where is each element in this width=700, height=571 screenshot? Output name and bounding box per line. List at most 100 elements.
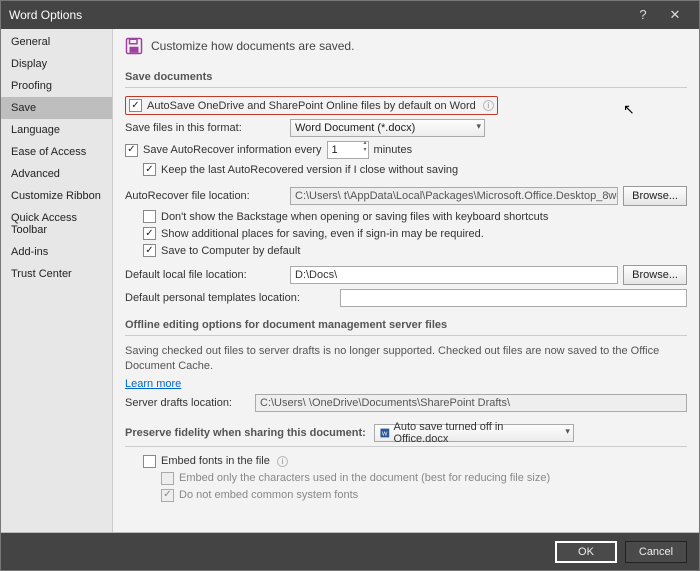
sidebar-item-label: Display (11, 58, 47, 70)
tmpl-textbox[interactable] (340, 289, 687, 307)
ar-loc-value: C:\Users\ t\AppData\Local\Packages\Micro… (295, 190, 618, 202)
ar-location-row: AutoRecover file location: C:\Users\ t\A… (125, 184, 687, 208)
cancel-label: Cancel (639, 546, 673, 558)
sidebar-item-label: Language (11, 124, 60, 136)
default-loc-textbox[interactable]: D:\Docs\ (290, 266, 618, 284)
addplaces-checkbox[interactable] (143, 227, 156, 240)
learn-more-row: Learn more (125, 376, 687, 392)
sidebar-item-label: Customize Ribbon (11, 190, 101, 202)
divider (125, 335, 687, 336)
format-dropdown[interactable]: Word Document (*.docx) (290, 119, 485, 137)
divider (125, 87, 687, 88)
word-doc-icon: W (379, 427, 391, 439)
learn-more-link[interactable]: Learn more (125, 378, 181, 390)
sidebar-item-label: Add-ins (11, 246, 48, 258)
embed-only-checkbox (161, 472, 174, 485)
autorecover-label: Save AutoRecover information every (143, 144, 322, 156)
sidebar-item-save[interactable]: Save (1, 97, 112, 119)
info-icon[interactable]: i (277, 456, 288, 467)
sidebar-item-advanced[interactable]: Advanced (1, 163, 112, 185)
browse-label: Browse... (632, 269, 678, 281)
embed-checkbox[interactable] (143, 455, 156, 468)
sidebar-item-label: Trust Center (11, 268, 72, 280)
sidebar-item-add-ins[interactable]: Add-ins (1, 241, 112, 263)
content-pane: ↖ Customize how documents are saved. Sav… (113, 29, 699, 532)
page-title: Customize how documents are saved. (151, 39, 354, 53)
ar-loc-textbox[interactable]: C:\Users\ t\AppData\Local\Packages\Micro… (290, 187, 618, 205)
info-icon[interactable]: i (483, 100, 494, 111)
ar-loc-label: AutoRecover file location: (125, 190, 285, 202)
sidebar-item-quick-access-toolbar[interactable]: Quick Access Toolbar (1, 207, 112, 241)
close-button[interactable]: ✕ (659, 1, 691, 29)
preserve-doc-value: Auto save turned off in Office.docx (394, 421, 557, 445)
sidebar-item-language[interactable]: Language (1, 119, 112, 141)
addplaces-label: Show additional places for saving, even … (161, 228, 484, 240)
preserve-label: Preserve fidelity when sharing this docu… (125, 427, 366, 439)
backstage-checkbox[interactable] (143, 210, 156, 223)
default-loc-browse-button[interactable]: Browse... (623, 265, 687, 285)
window-title: Word Options (9, 8, 627, 22)
keeplast-checkbox[interactable] (143, 163, 156, 176)
autorecover-checkbox[interactable] (125, 144, 138, 157)
titlebar: Word Options ? ✕ (1, 1, 699, 29)
svg-text:W: W (382, 431, 388, 437)
body: General Display Proofing Save Language E… (1, 29, 699, 532)
default-loc-label: Default local file location: (125, 269, 285, 281)
format-value: Word Document (*.docx) (295, 122, 415, 134)
backstage-row: Don't show the Backstage when opening or… (143, 208, 687, 225)
drafts-textbox[interactable]: C:\Users\ \OneDrive\Documents\SharePoint… (255, 394, 687, 412)
sidebar-item-label: Advanced (11, 168, 60, 180)
default-loc-row: Default local file location: D:\Docs\ Br… (125, 263, 687, 287)
divider (125, 446, 687, 447)
sidebar-item-general[interactable]: General (1, 31, 112, 53)
minutes-label: minutes (374, 144, 413, 156)
ar-loc-browse-button[interactable]: Browse... (623, 186, 687, 206)
embed-only-label: Embed only the characters used in the do… (179, 472, 550, 484)
autosave-row: AutoSave OneDrive and SharePoint Online … (125, 94, 687, 117)
savecomp-row: Save to Computer by default (143, 242, 687, 259)
embed-row: Embed fonts in the file i (143, 453, 687, 470)
format-row: Save files in this format: Word Document… (125, 117, 687, 139)
embed-label: Embed fonts in the file (161, 455, 270, 467)
keeplast-row: Keep the last AutoRecovered version if I… (143, 161, 687, 178)
addplaces-row: Show additional places for saving, even … (143, 225, 687, 242)
sidebar-item-label: Quick Access Toolbar (11, 212, 77, 236)
save-disk-icon (125, 37, 143, 55)
preserve-doc-dropdown[interactable]: W Auto save turned off in Office.docx (374, 424, 574, 442)
sidebar-item-display[interactable]: Display (1, 53, 112, 75)
sidebar-item-label: Save (11, 102, 36, 114)
autorecover-value: 1 (332, 144, 338, 156)
sidebar-item-label: Proofing (11, 80, 52, 92)
sidebar-item-customize-ribbon[interactable]: Customize Ribbon (1, 185, 112, 207)
default-loc-value: D:\Docs\ (295, 269, 337, 281)
sidebar-item-label: Ease of Access (11, 146, 86, 158)
autorecover-minutes-spinner[interactable]: 1 (327, 141, 369, 159)
cancel-button[interactable]: Cancel (625, 541, 687, 563)
tmpl-row: Default personal templates location: (125, 287, 687, 309)
page-header: Customize how documents are saved. (125, 37, 687, 55)
savecomp-checkbox[interactable] (143, 244, 156, 257)
help-button[interactable]: ? (627, 1, 659, 29)
autosave-highlight: AutoSave OneDrive and SharePoint Online … (125, 96, 498, 115)
sidebar-item-ease-of-access[interactable]: Ease of Access (1, 141, 112, 163)
embed-only-row: Embed only the characters used in the do… (161, 470, 687, 487)
tmpl-label: Default personal templates location: (125, 292, 335, 304)
keeplast-label: Keep the last AutoRecovered version if I… (161, 164, 458, 176)
browse-label: Browse... (632, 190, 678, 202)
sidebar-item-proofing[interactable]: Proofing (1, 75, 112, 97)
ok-button[interactable]: OK (555, 541, 617, 563)
section-preserve: Preserve fidelity when sharing this docu… (125, 418, 687, 444)
nocommon-label: Do not embed common system fonts (179, 489, 358, 501)
section-offline: Offline editing options for document man… (125, 313, 687, 333)
footer: OK Cancel (1, 532, 699, 570)
section-save-documents: Save documents (125, 65, 687, 85)
autorecover-row: Save AutoRecover information every 1 min… (125, 139, 687, 161)
word-options-window: Word Options ? ✕ General Display Proofin… (0, 0, 700, 571)
nocommon-checkbox (161, 489, 174, 502)
format-label: Save files in this format: (125, 122, 285, 134)
offline-desc: Saving checked out files to server draft… (125, 342, 687, 376)
autosave-label: AutoSave OneDrive and SharePoint Online … (147, 100, 476, 112)
drafts-label: Server drafts location: (125, 397, 250, 409)
sidebar-item-trust-center[interactable]: Trust Center (1, 263, 112, 285)
autosave-checkbox[interactable] (129, 99, 142, 112)
